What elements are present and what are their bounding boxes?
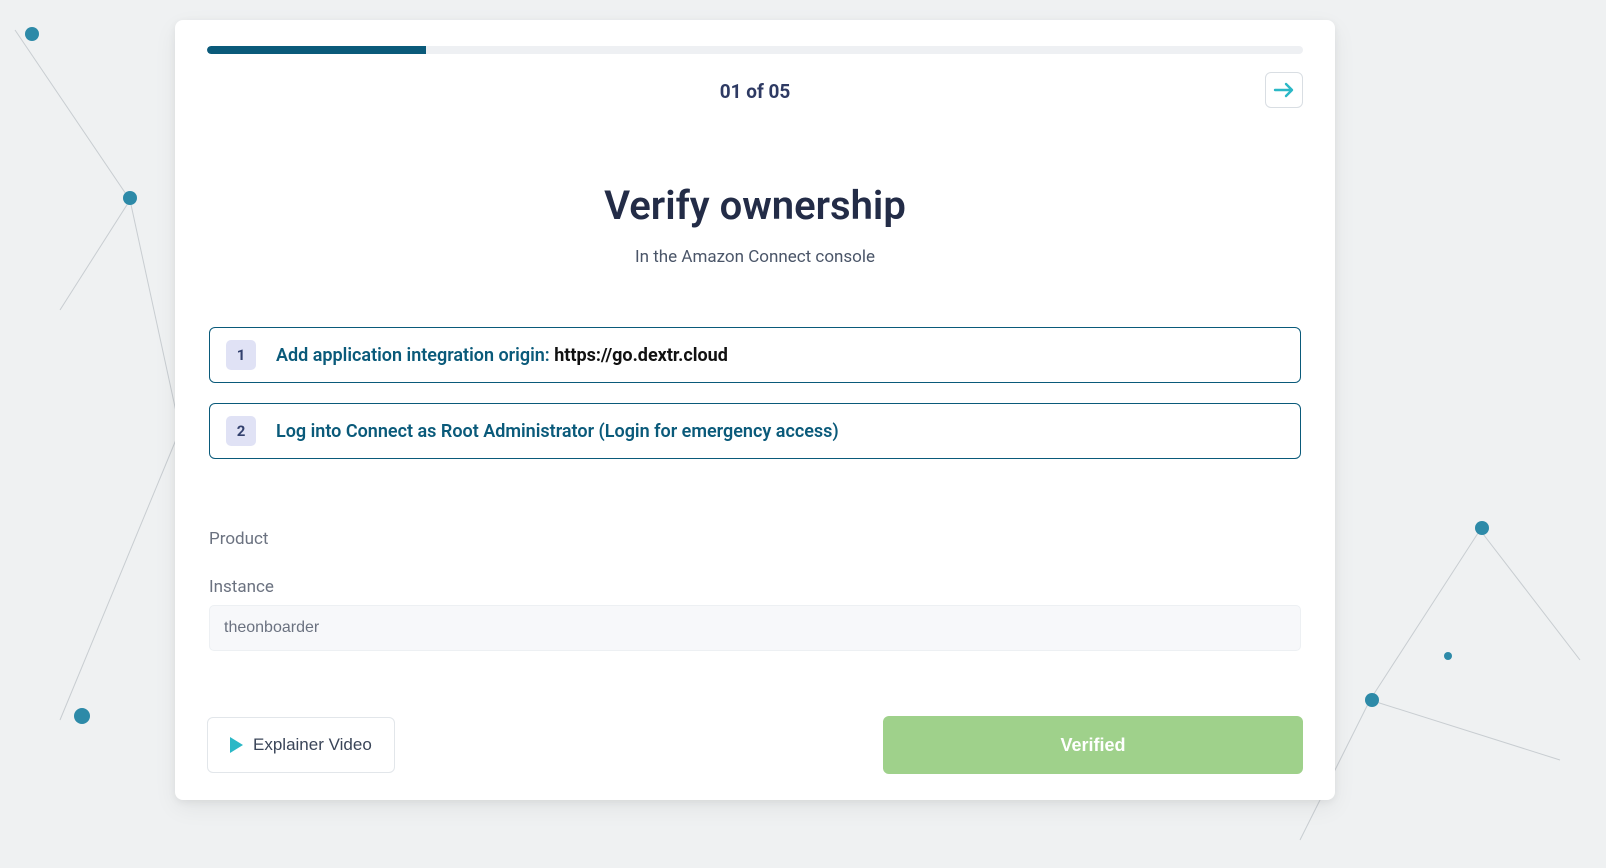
instance-input[interactable] <box>209 605 1301 651</box>
step-number-badge: 2 <box>226 416 256 446</box>
step-text: Add application integration origin: http… <box>276 345 728 366</box>
verified-button[interactable]: Verified <box>883 716 1303 774</box>
step-text: Log into Connect as Root Administrator (… <box>276 421 839 442</box>
instruction-step-2[interactable]: 2 Log into Connect as Root Administrator… <box>209 403 1301 459</box>
play-icon <box>230 737 243 753</box>
progress-bar <box>207 46 1303 54</box>
explainer-video-button[interactable]: Explainer Video <box>207 717 395 773</box>
next-button[interactable] <box>1265 72 1303 108</box>
page-subtitle: In the Amazon Connect console <box>207 247 1303 267</box>
instance-label: Instance <box>209 577 1301 597</box>
page-title: Verify ownership <box>207 182 1303 229</box>
instruction-step-1[interactable]: 1 Add application integration origin: ht… <box>209 327 1301 383</box>
arrow-right-icon <box>1273 81 1295 99</box>
product-label: Product <box>209 529 1301 549</box>
explainer-label: Explainer Video <box>253 735 372 755</box>
step-counter: 01 of 05 <box>720 80 791 103</box>
onboarding-card: 01 of 05 Verify ownership In the Amazon … <box>175 20 1335 800</box>
progress-fill <box>207 46 426 54</box>
step-number-badge: 1 <box>226 340 256 370</box>
